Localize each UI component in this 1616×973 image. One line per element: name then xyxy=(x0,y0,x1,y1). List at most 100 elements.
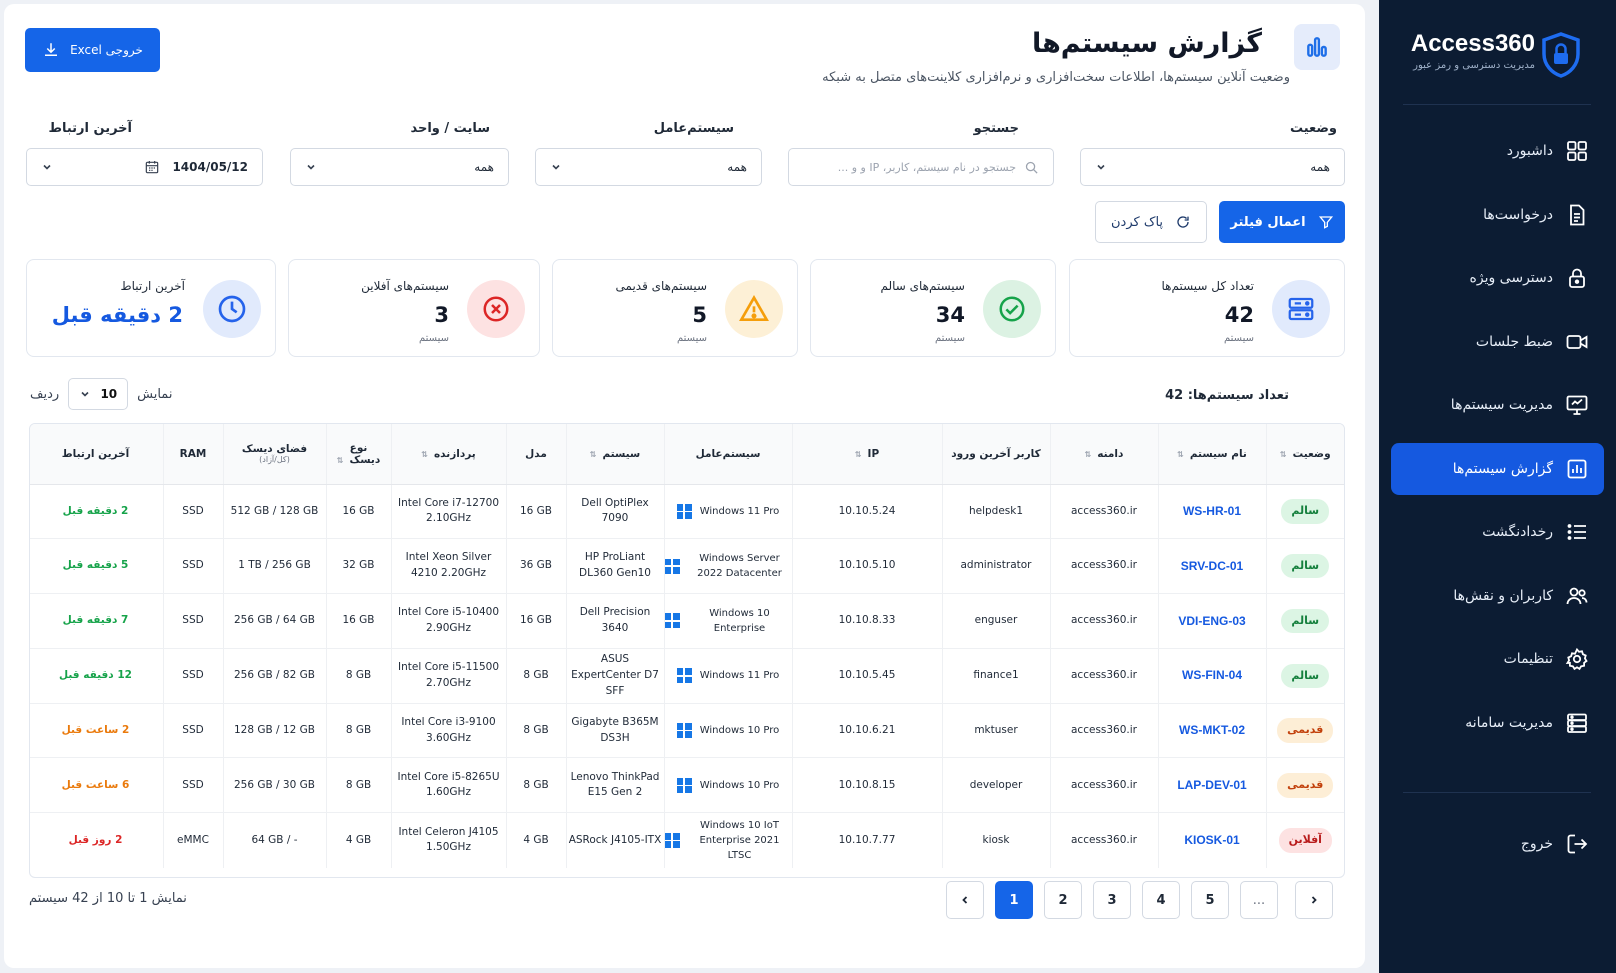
page-button-3[interactable]: 3 xyxy=(1093,881,1131,919)
apply-filter-button[interactable]: اعمال فیلتر xyxy=(1219,201,1345,243)
status-filter-label: وضعیت xyxy=(1289,121,1337,136)
clear-filter-button[interactable]: پاک کردن xyxy=(1095,201,1207,243)
cell-name[interactable]: KIOSK-01 xyxy=(1157,812,1266,868)
table-row[interactable]: سالم WS-HR-01 access360.ir helpdesk1 10.10.5… xyxy=(30,484,1344,540)
system-name-link[interactable]: SRV-DC-01 xyxy=(1181,559,1243,573)
sidebar-item-label: داشبورد xyxy=(1506,143,1553,159)
cell-model: 8 GB xyxy=(505,648,566,704)
cell-system: ASUS ExpertCenter D7 SFF xyxy=(565,648,664,704)
table-row[interactable]: آفلاین KIOSK-01 access360.ir kiosk 10.10.7.7… xyxy=(30,812,1344,868)
system-name-link[interactable]: WS-HR-01 xyxy=(1183,504,1241,518)
cell-domain: access360.ir xyxy=(1049,703,1158,759)
report-icon xyxy=(1567,459,1587,478)
cell-ram: SSD xyxy=(162,484,223,540)
grid-icon xyxy=(1567,141,1587,161)
users-icon xyxy=(1566,587,1588,604)
system-name-link[interactable]: WS-MKT-02 xyxy=(1179,723,1245,737)
table-row[interactable]: سالم WS-FIN-04 access360.ir finance1 10.10.5… xyxy=(30,648,1344,704)
th-domain[interactable]: دامنه ⇅ xyxy=(1049,424,1158,485)
th-label: فضای دیسک xyxy=(241,443,308,456)
th-name[interactable]: نام سیستم ⇅ xyxy=(1157,424,1266,485)
bar-chart-icon xyxy=(1294,24,1340,70)
rows-label: ردیف xyxy=(30,386,60,402)
cell-last-user: mktuser xyxy=(941,703,1050,759)
cell-name[interactable]: LAP-DEV-01 xyxy=(1157,757,1266,814)
cell-name[interactable]: WS-FIN-04 xyxy=(1157,648,1266,704)
cell-model: 36 GB xyxy=(505,538,566,595)
apply-filter-label: اعمال فیلتر xyxy=(1230,214,1306,230)
cell-os: Windows 11 Pro xyxy=(663,484,792,540)
sidebar-item-system-management[interactable]: مدیریت سیستم‌ها xyxy=(1391,379,1604,431)
table-row[interactable]: سالم VDI-ENG-03 access360.ir enguser 10.10.8… xyxy=(30,593,1344,649)
cell-status: سالم xyxy=(1265,593,1344,649)
sidebar-item-label: ضبط جلسات xyxy=(1475,333,1553,350)
windows-icon xyxy=(676,723,692,739)
table-row[interactable]: قدیمی WS-MKT-02 access360.ir mktuser 10.10.6… xyxy=(30,703,1344,759)
sidebar-item-privileged-access[interactable]: دسترسی ویژه xyxy=(1391,252,1604,304)
stat-card-label: سیستم‌های قدیمی xyxy=(615,279,708,293)
cell-cpu: Intel Core i5-11500 2.70GHz xyxy=(390,648,506,704)
sort-icon: ⇅ xyxy=(421,449,428,459)
cell-domain: access360.ir xyxy=(1049,757,1158,814)
page-button-4[interactable]: 4 xyxy=(1142,881,1180,919)
system-name-link[interactable]: VDI-ENG-03 xyxy=(1178,614,1245,628)
cell-name[interactable]: SRV-DC-01 xyxy=(1157,538,1266,595)
status-select[interactable]: همه xyxy=(1080,148,1345,186)
cell-last-contact: 12 دقیقه قبل xyxy=(30,648,163,704)
cell-model: 4 GB xyxy=(505,812,566,868)
search-input[interactable]: جستجو در نام سیستم، کاربر، IP و و ... xyxy=(788,148,1054,186)
page-button-2[interactable]: 2 xyxy=(1044,881,1082,919)
sidebar-item-settings[interactable]: تنظیمات xyxy=(1391,633,1604,685)
stat-card-label: آخرین ارتباط xyxy=(120,279,185,293)
cell-last-contact: 6 ساعت قبل xyxy=(30,757,163,814)
last-contact-date-picker[interactable]: 1404/05/12 xyxy=(26,148,263,186)
cell-ip: 10.10.5.10 xyxy=(791,538,942,595)
cell-os: Windows 10 IoT Enterprise 2021 LTSC xyxy=(663,812,792,868)
os-name: Windows 10 IoT Enterprise 2021 LTSC xyxy=(699,819,780,861)
th-system[interactable]: سیستم ⇅ xyxy=(565,424,664,485)
cell-ip: 10.10.7.77 xyxy=(791,812,942,868)
site-select[interactable]: همه xyxy=(290,148,509,186)
logout-button[interactable]: خروج xyxy=(1391,818,1604,870)
page-button-5[interactable]: 5 xyxy=(1191,881,1229,919)
system-name-link[interactable]: LAP-DEV-01 xyxy=(1177,778,1246,792)
sidebar-item-session-recording[interactable]: ضبط جلسات xyxy=(1391,316,1604,368)
cell-ip: 10.10.8.33 xyxy=(791,593,942,649)
next-page-button[interactable] xyxy=(1295,881,1333,919)
cell-status: سالم xyxy=(1265,484,1344,540)
brand-subtitle: مدیریت دسترسی و رمز عبور xyxy=(1413,60,1535,71)
cell-name[interactable]: VDI-ENG-03 xyxy=(1157,593,1266,649)
page-button-1[interactable]: 1 xyxy=(995,881,1033,919)
prev-page-button[interactable] xyxy=(946,881,984,919)
cell-system: ASRock J4105-ITX xyxy=(565,812,664,868)
last-contact-date-value: 1404/05/12 xyxy=(172,160,248,174)
th-ip[interactable]: IP ⇅ xyxy=(791,424,942,485)
page-size-select[interactable]: 10 xyxy=(68,378,129,410)
cell-name[interactable]: WS-MKT-02 xyxy=(1157,703,1266,759)
sidebar-item-system-reports[interactable]: گزارش سیستم‌ها xyxy=(1391,442,1604,495)
system-name-link[interactable]: KIOSK-01 xyxy=(1184,833,1239,847)
cell-last-user: kiosk xyxy=(941,812,1050,868)
sidebar-item-users-roles[interactable]: کاربران و نقش‌ها xyxy=(1391,570,1604,622)
table-row[interactable]: قدیمی LAP-DEV-01 access360.ir developer 10.1… xyxy=(30,757,1344,814)
th-cpu[interactable]: پردازنده ⇅ xyxy=(390,424,506,485)
system-name-link[interactable]: WS-FIN-04 xyxy=(1182,668,1242,682)
th-status[interactable]: وضعیت ⇅ xyxy=(1265,424,1344,485)
stat-card-unit: سیستم xyxy=(1224,333,1254,344)
stat-card-value: 2 دقیقه قبل xyxy=(51,303,183,327)
os-select[interactable]: همه xyxy=(535,148,762,186)
th-disk-type[interactable]: نوع دیسک ⇅ xyxy=(325,424,391,485)
system-count: تعداد سیستم‌ها: 42 xyxy=(1165,388,1289,403)
table-row[interactable]: سالم SRV-DC-01 access360.ir administrator 10… xyxy=(30,538,1344,595)
sidebar-item-requests[interactable]: درخواست‌ها xyxy=(1391,189,1604,241)
sidebar-item-dashboard[interactable]: داشبورد xyxy=(1391,125,1604,177)
os-select-value: همه xyxy=(727,160,747,174)
status-badge: سالم xyxy=(1281,663,1330,689)
excel-export-button[interactable]: خروجی Excel xyxy=(25,28,160,72)
cell-name[interactable]: WS-HR-01 xyxy=(1157,484,1266,540)
cell-ram: SSD xyxy=(162,538,223,595)
sidebar-item-system-admin[interactable]: مدیریت سامانه xyxy=(1391,697,1604,749)
cell-status: سالم xyxy=(1265,648,1344,704)
cell-disk-type: 16 GB xyxy=(325,484,391,540)
sidebar-item-events[interactable]: رخدادنگشت xyxy=(1391,506,1604,558)
